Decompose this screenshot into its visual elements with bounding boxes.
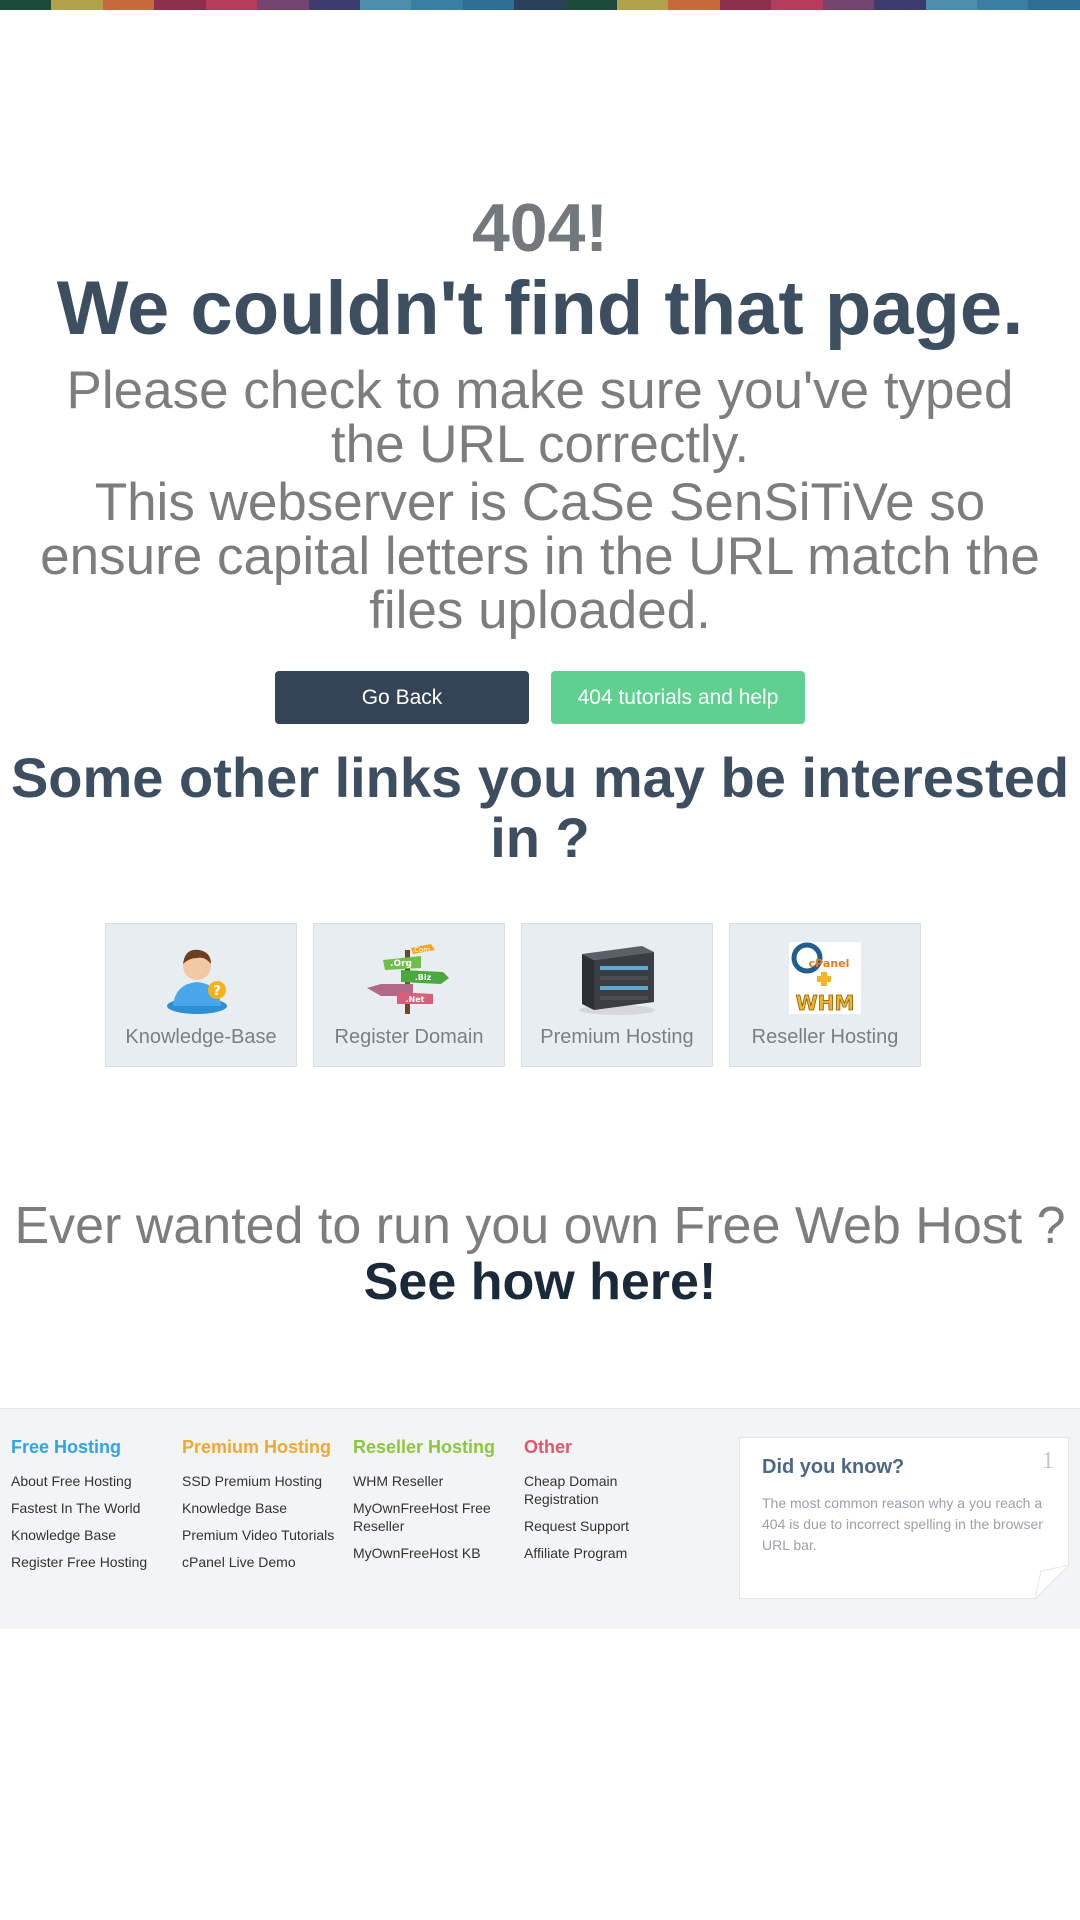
footer-column-free-hosting: Free Hosting About Free Hosting Fastest … — [11, 1437, 181, 1580]
tile-label: Register Domain — [334, 1026, 484, 1048]
color-bar-segment — [514, 0, 566, 10]
color-bar-segment — [308, 0, 360, 10]
color-bar-segment — [822, 0, 875, 10]
decorative-color-bar — [0, 0, 1080, 10]
color-bar-segment — [205, 0, 258, 10]
footer-link[interactable]: SSD Premium Hosting — [182, 1472, 352, 1490]
error-message-url: Please check to make sure you've typed t… — [66, 361, 1014, 474]
tile-knowledge-base[interactable]: ? Knowledge-Base — [105, 923, 297, 1067]
other-links-title: Some other links you may be interested i… — [10, 746, 1070, 869]
footer-link[interactable]: cPanel Live Demo — [182, 1553, 352, 1571]
footer: Free Hosting About Free Hosting Fastest … — [0, 1408, 1080, 1629]
tile-label: Reseller Hosting — [751, 1026, 899, 1048]
tile-label: Premium Hosting — [540, 1026, 694, 1048]
tile-premium-hosting[interactable]: Premium Hosting — [521, 923, 713, 1067]
see-how-link[interactable]: See how here! — [364, 1253, 717, 1311]
page-fold-icon — [1035, 1565, 1069, 1599]
color-bar-segment — [565, 0, 618, 10]
svg-text:.Org: .Org — [390, 959, 412, 969]
svg-text:?: ? — [213, 984, 221, 999]
action-buttons: Go Back 404 tutorials and help — [0, 671, 1080, 724]
footer-heading: Premium Hosting — [182, 1437, 332, 1457]
footer-link[interactable]: MyOwnFreeHost KB — [353, 1544, 523, 1562]
error-code: 404! — [471, 190, 609, 266]
footer-heading: Reseller Hosting — [353, 1437, 496, 1457]
footer-column-premium-hosting: Premium Hosting SSD Premium Hosting Know… — [182, 1437, 352, 1580]
footer-link[interactable]: Knowledge Base — [11, 1526, 181, 1544]
svg-text:.Net: .Net — [406, 995, 425, 1004]
color-bar-segment — [51, 0, 103, 10]
link-tiles: ? Knowledge-Base .Com .Org .Biz .Net Reg… — [105, 923, 921, 1067]
footer-link[interactable]: Request Support — [524, 1517, 694, 1535]
tile-label: Knowledge-Base — [125, 1026, 277, 1048]
go-back-button[interactable]: Go Back — [275, 671, 529, 724]
error-headline: We couldn't find that page. — [56, 266, 1024, 351]
tutorials-help-button[interactable]: 404 tutorials and help — [551, 671, 805, 724]
color-bar-segment — [617, 0, 669, 10]
color-bar-segment — [102, 0, 155, 10]
did-you-know-card: 1 Did you know? The most common reason w… — [739, 1437, 1069, 1599]
did-you-know-title: Did you know? — [762, 1456, 905, 1478]
color-bar-segment — [719, 0, 772, 10]
footer-link[interactable]: Cheap Domain Registration — [524, 1472, 694, 1508]
footer-link[interactable]: Knowledge Base — [182, 1499, 352, 1517]
svg-text:.Biz: .Biz — [415, 973, 432, 982]
support-person-icon: ? — [167, 949, 227, 1014]
color-bar-segment — [925, 0, 978, 10]
color-bar-segment — [977, 0, 1029, 10]
svg-text:WHM: WHM — [796, 991, 855, 1015]
did-you-know-text: The most common reason why a you reach a… — [762, 1495, 1043, 1553]
tip-number: 1 — [1042, 1448, 1054, 1474]
free-host-promo: Ever wanted to run you own Free Web Host… — [0, 1198, 1080, 1310]
footer-link[interactable]: About Free Hosting — [11, 1472, 181, 1490]
error-message-case: This webserver is CaSe SenSiTiVe so ensu… — [40, 473, 1040, 640]
footer-link[interactable]: Premium Video Tutorials — [182, 1526, 352, 1544]
footer-heading: Free Hosting — [11, 1437, 122, 1457]
footer-link[interactable]: Register Free Hosting — [11, 1553, 181, 1571]
footer-link[interactable]: WHM Reseller — [353, 1472, 523, 1490]
color-bar-segment — [0, 0, 52, 10]
color-bar-segment — [874, 0, 926, 10]
color-bar-segment — [1028, 0, 1080, 10]
color-bar-segment — [154, 0, 206, 10]
svg-text:cPanel: cPanel — [809, 957, 850, 970]
color-bar-segment — [359, 0, 412, 10]
svg-text:.Com: .Com — [412, 946, 430, 954]
color-bar-segment — [257, 0, 309, 10]
promo-text: Ever wanted to run you own Free Web Host… — [14, 1197, 1066, 1255]
tile-reseller-hosting[interactable]: cPanel WHM Reseller Hosting — [729, 923, 921, 1067]
footer-column-other: Other Cheap Domain Registration Request … — [524, 1437, 694, 1571]
domain-signpost-icon: .Com .Org .Biz .Net — [367, 944, 449, 1014]
color-bar-segment — [668, 0, 720, 10]
footer-link[interactable]: Affiliate Program — [524, 1544, 694, 1562]
color-bar-segment — [771, 0, 823, 10]
color-bar-segment — [462, 0, 515, 10]
footer-link[interactable]: MyOwnFreeHost Free Reseller — [353, 1499, 523, 1535]
error-hero: 404! We couldn't find that page. Please … — [0, 190, 1080, 638]
footer-column-reseller-hosting: Reseller Hosting WHM Reseller MyOwnFreeH… — [353, 1437, 523, 1571]
tile-register-domain[interactable]: .Com .Org .Biz .Net Register Domain — [313, 923, 505, 1067]
cpanel-whm-icon: cPanel WHM — [789, 942, 861, 1015]
footer-link[interactable]: Fastest In The World — [11, 1499, 181, 1517]
color-bar-segment — [411, 0, 463, 10]
server-icon — [579, 946, 655, 1015]
footer-heading: Other — [524, 1437, 573, 1457]
